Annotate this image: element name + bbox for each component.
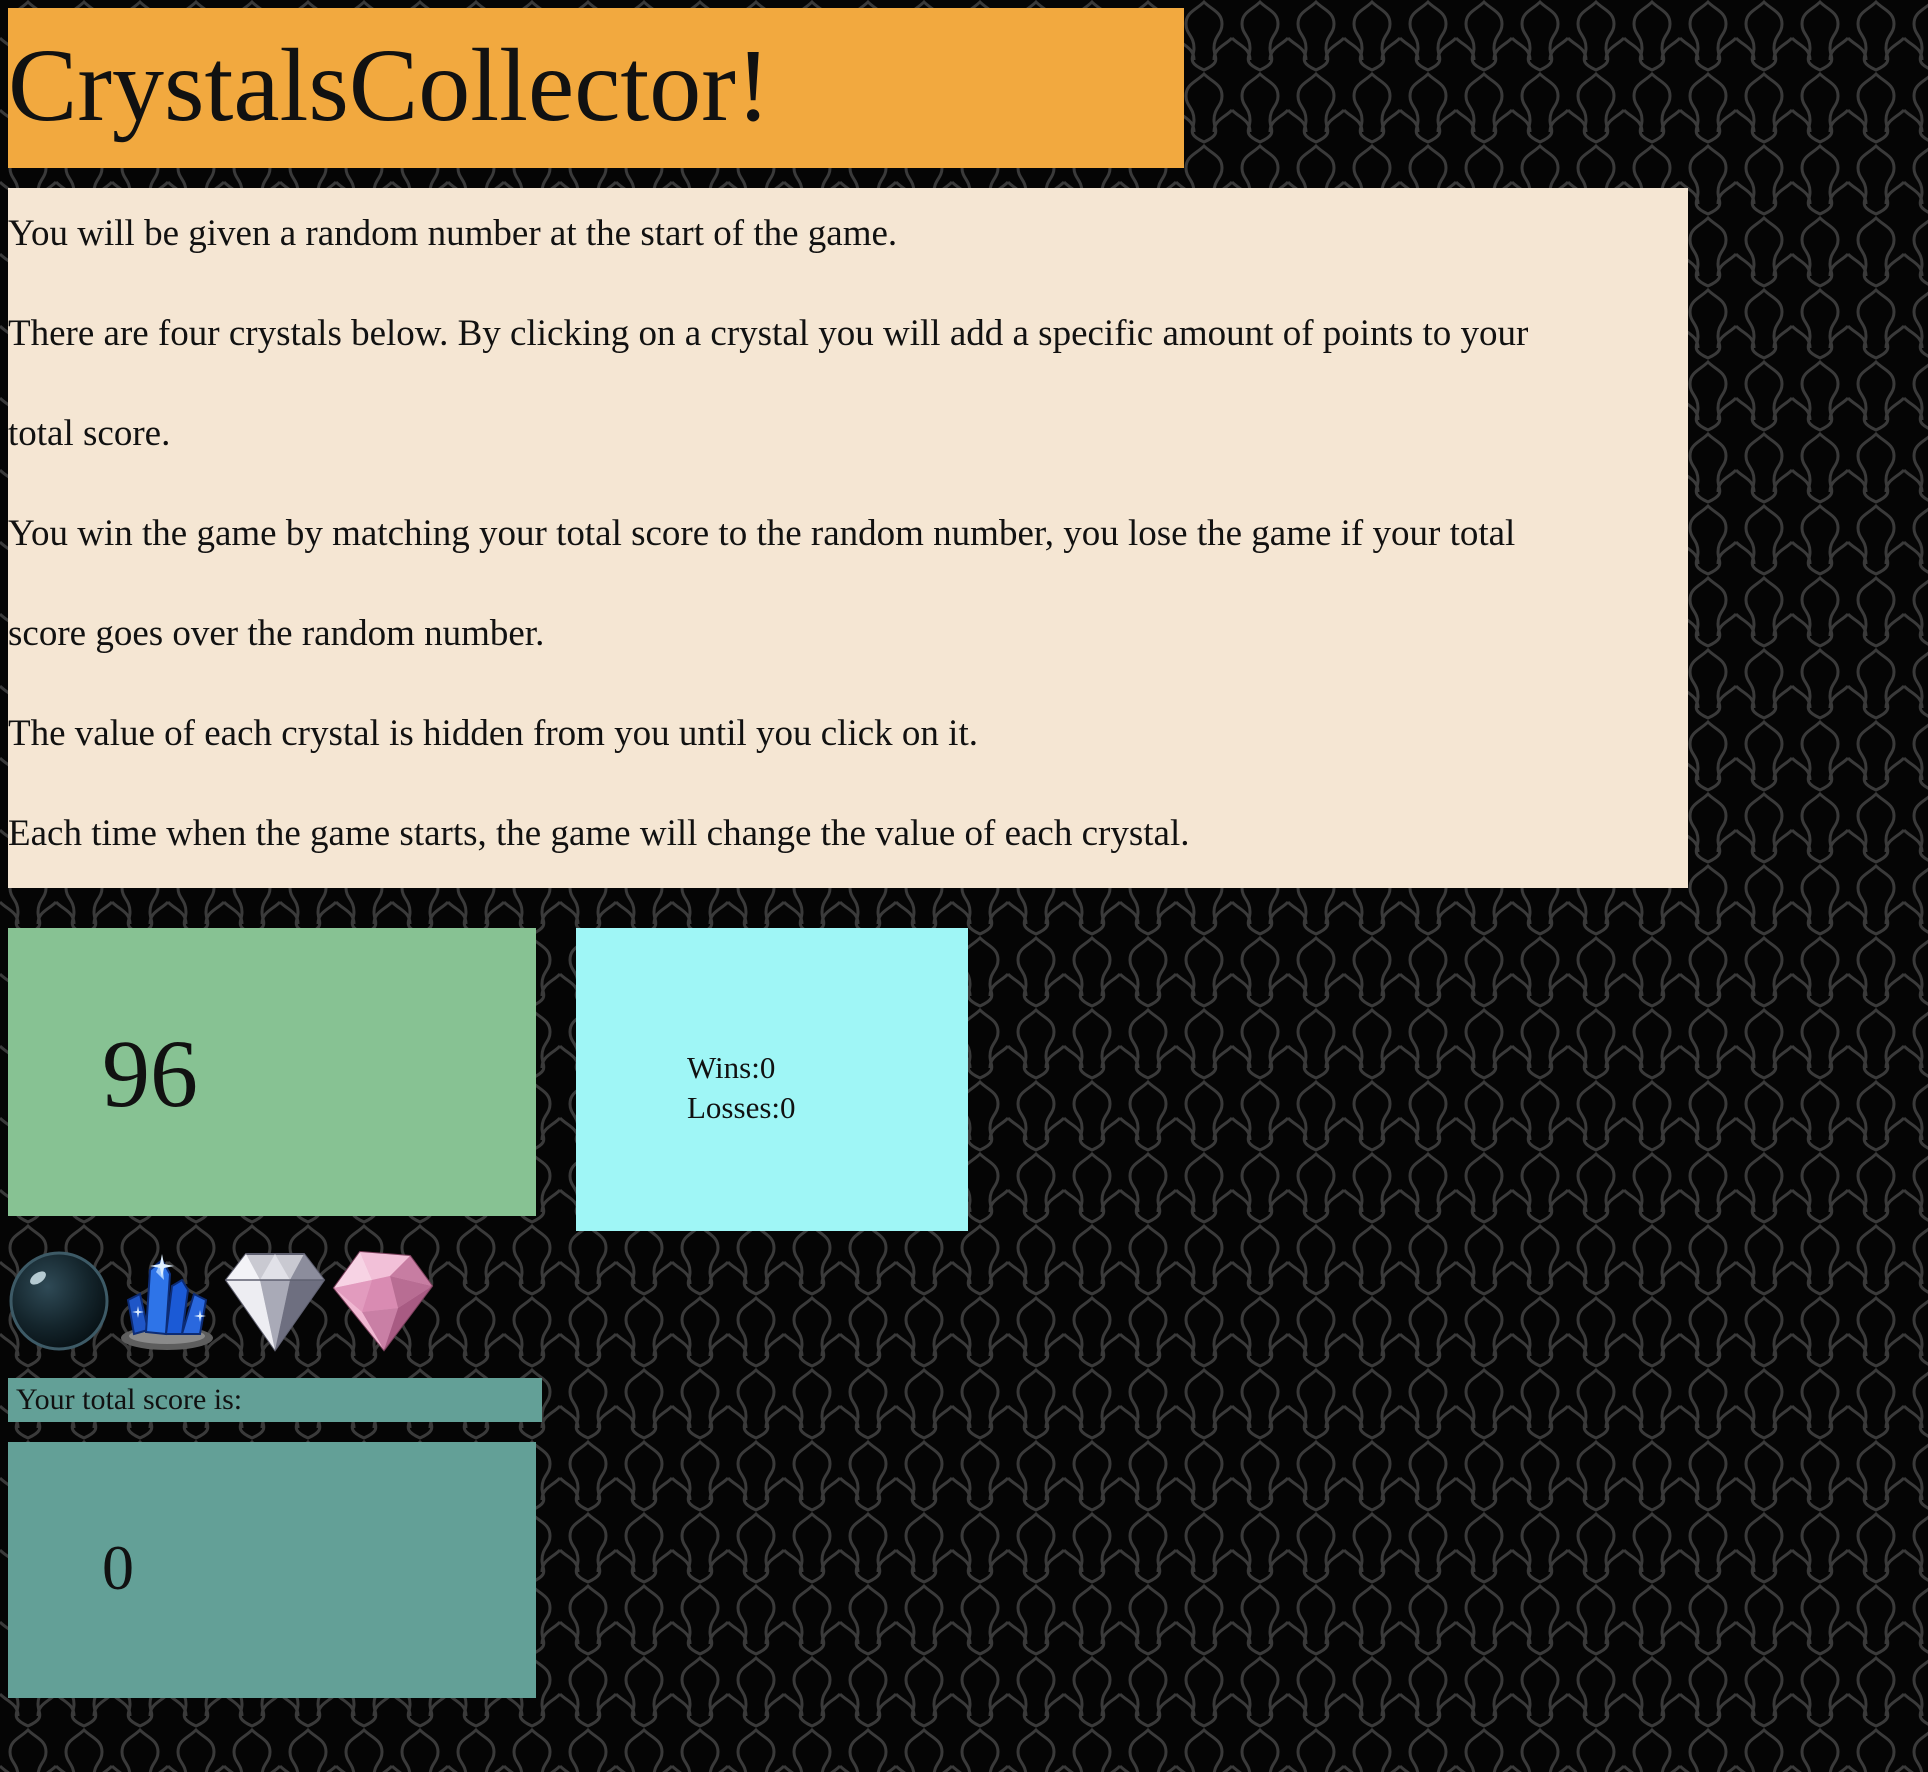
dark-orb-crystal-icon: [9, 1251, 109, 1351]
total-score-number: 0: [102, 1532, 134, 1603]
wins-value: 0: [759, 1050, 776, 1085]
score-label-bar: Your total score is:: [8, 1378, 542, 1422]
crystal-button-3[interactable]: [224, 1250, 326, 1352]
instruction-line: Each time when the game starts, the game…: [8, 813, 1190, 854]
crystal-button-1[interactable]: [8, 1250, 110, 1352]
losses-counter: Losses:0: [687, 1088, 796, 1128]
losses-label: Losses:: [687, 1090, 780, 1125]
instruction-line: You win the game by matching your total …: [8, 513, 1516, 554]
win-loss-box: Wins:0 Losses:0: [576, 928, 968, 1231]
losses-value: 0: [780, 1090, 796, 1125]
instruction-line: score goes over the random number.: [8, 613, 545, 654]
wins-label: Wins:: [687, 1050, 760, 1085]
instruction-line: You will be given a random number at the…: [8, 213, 898, 254]
crystal-button-2[interactable]: [116, 1250, 218, 1352]
white-diamond-icon: [224, 1253, 326, 1352]
page-title: CrystalsCollector!: [8, 28, 771, 143]
instruction-line: The value of each crystal is hidden from…: [8, 713, 978, 754]
wins-counter: Wins:0: [687, 1048, 796, 1088]
title-banner: CrystalsCollector!: [8, 8, 1184, 168]
crystal-button-4[interactable]: [332, 1250, 434, 1352]
blue-crystal-cluster-icon: [121, 1254, 213, 1350]
target-number: 96: [102, 1020, 198, 1127]
instruction-line: total score.: [8, 413, 171, 454]
instructions-panel: You will be given a random number at the…: [8, 188, 1688, 888]
pink-gem-icon: [332, 1250, 434, 1352]
total-score-box: 0: [8, 1442, 536, 1698]
score-label: Your total score is:: [16, 1383, 243, 1416]
instruction-line: There are four crystals below. By clicki…: [8, 313, 1529, 354]
target-number-box: 96: [8, 928, 536, 1216]
crystal-row: [8, 1250, 440, 1352]
